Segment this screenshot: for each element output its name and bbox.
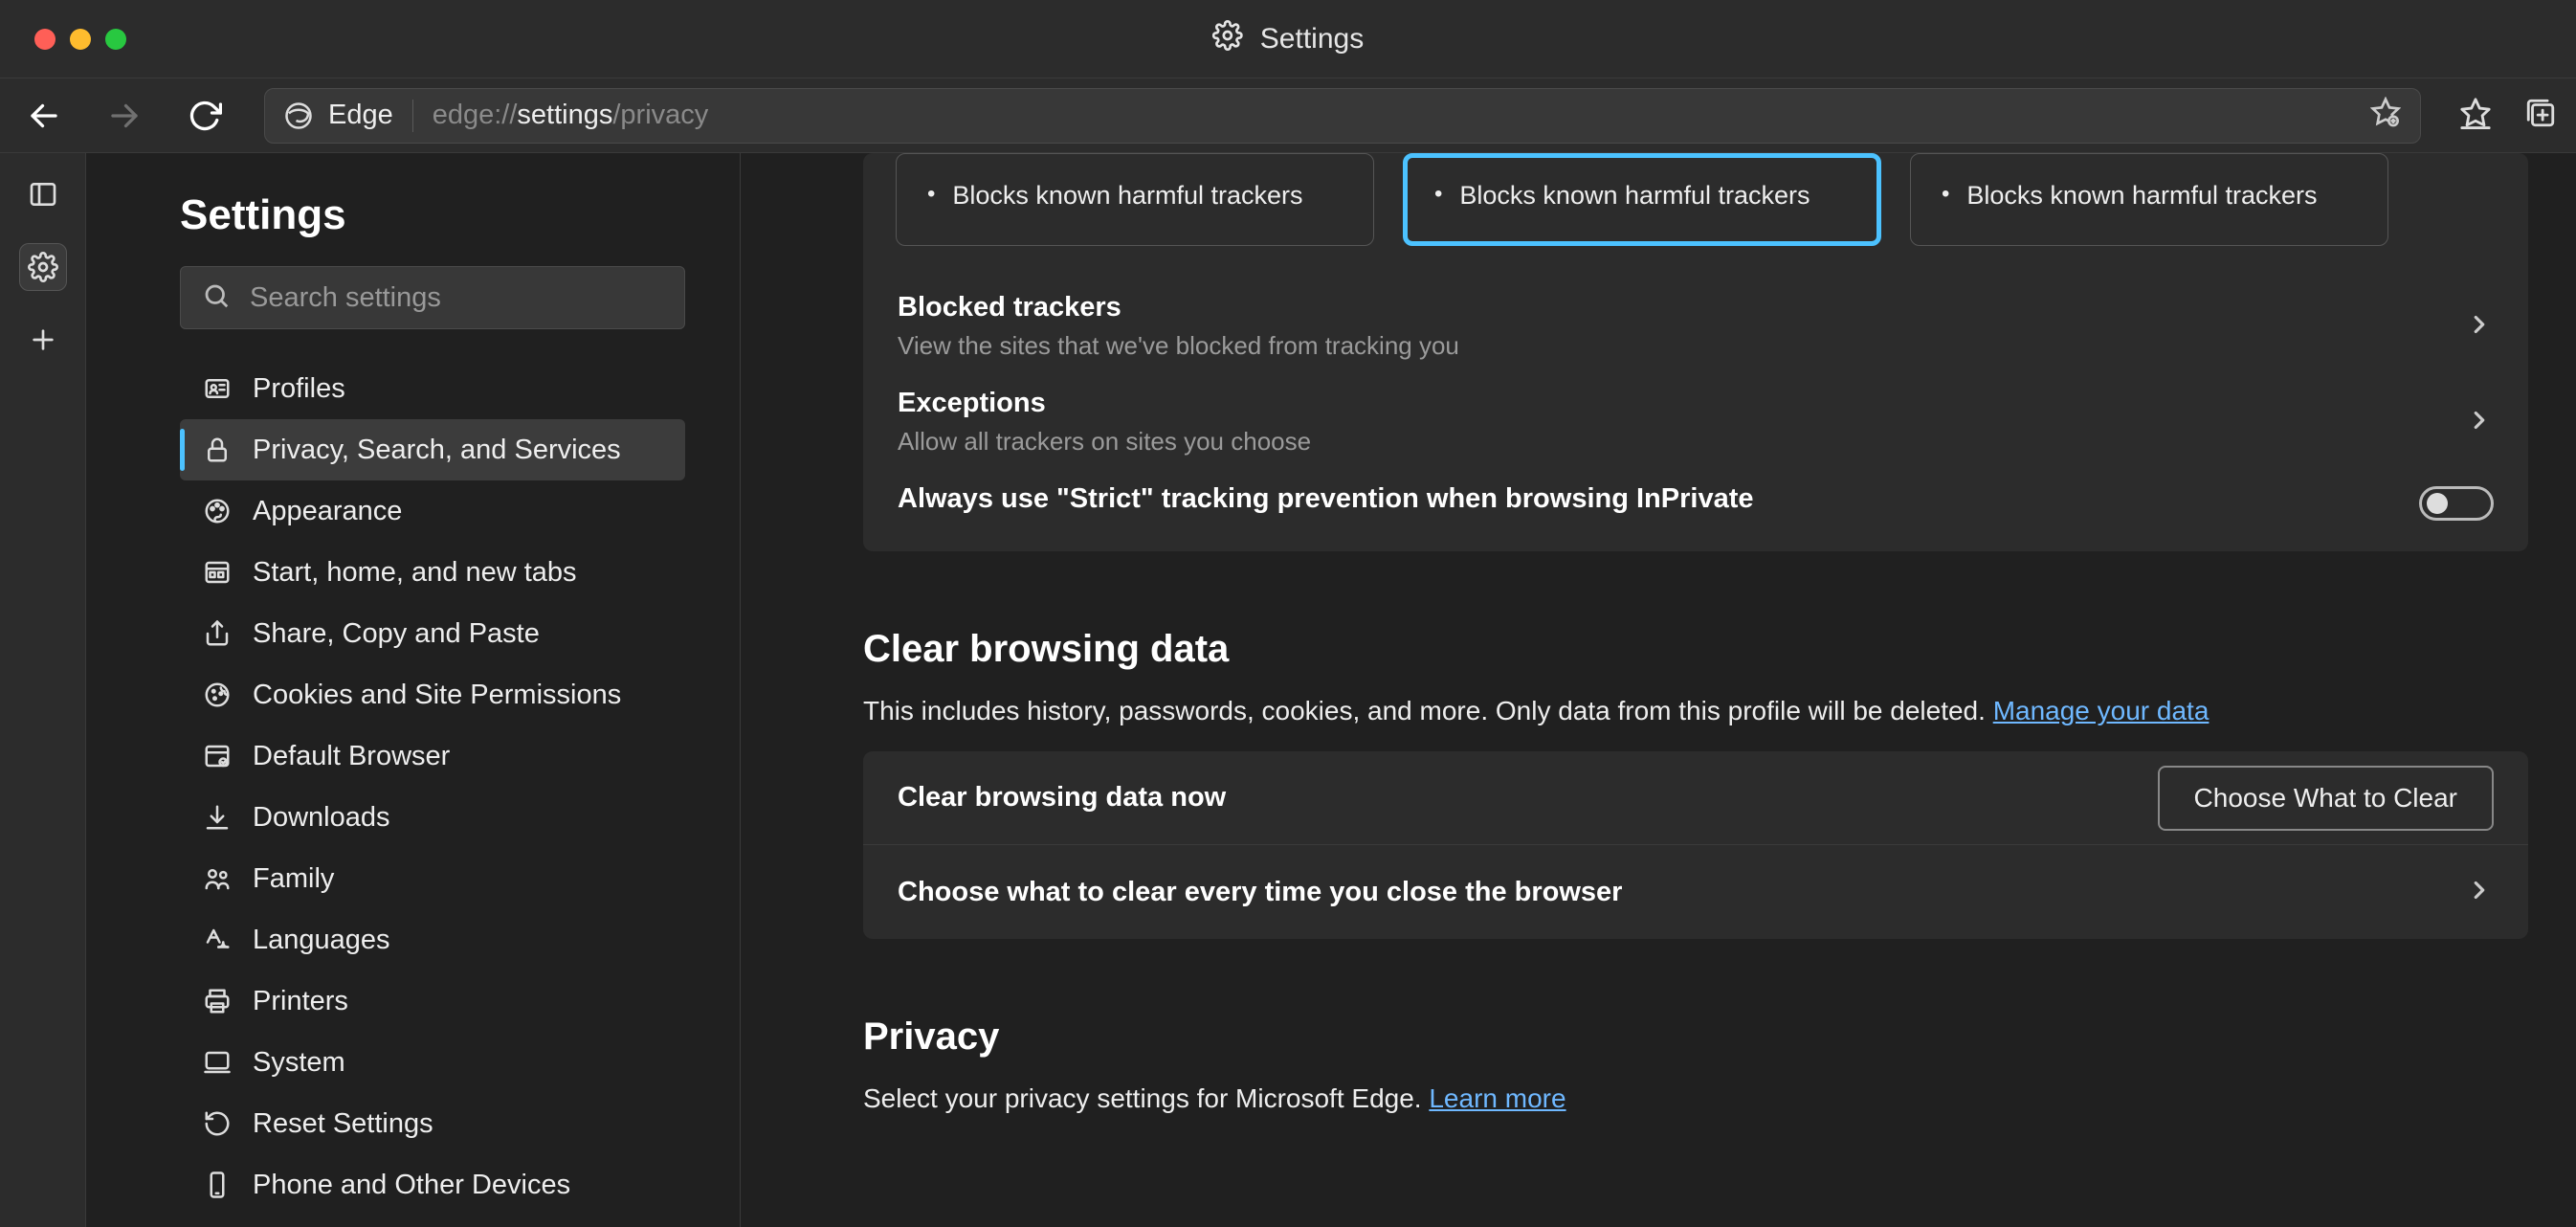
settings-heading: Settings [180, 191, 690, 239]
nav-item-label: Phone and Other Devices [253, 1170, 570, 1201]
favorite-star-button[interactable] [2370, 97, 2401, 135]
row-title: Exceptions [898, 388, 2465, 419]
nav-profiles[interactable]: Profiles [180, 358, 685, 419]
site-identity: Edge [284, 100, 393, 131]
search-settings-input[interactable] [250, 282, 663, 314]
addressbar-divider [412, 100, 413, 132]
exceptions-row[interactable]: Exceptions Allow all trackers on sites y… [863, 368, 2528, 464]
settings-sidebar: Settings Profiles Privacy, Search, and S… [86, 153, 741, 1227]
nav-appearance[interactable]: Appearance [180, 480, 685, 542]
chevron-right-icon [2465, 876, 2494, 909]
maximize-window-button[interactable] [105, 29, 126, 50]
nav-item-label: Appearance [253, 496, 402, 527]
learn-more-link[interactable]: Learn more [1429, 1083, 1566, 1113]
chevron-right-icon [2465, 310, 2494, 344]
nav-item-label: Profiles [253, 373, 345, 405]
traffic-lights [34, 29, 126, 50]
search-icon [202, 281, 231, 315]
nav-item-label: Family [253, 863, 334, 895]
row-title: Always use "Strict" tracking prevention … [898, 483, 2419, 515]
settings-content: Blocks known harmful trackers Blocks kno… [741, 153, 2576, 1227]
privacy-desc: Select your privacy settings for Microso… [863, 1083, 2528, 1114]
row-subtitle: View the sites that we've blocked from t… [898, 331, 2465, 361]
nav-item-label: System [253, 1047, 345, 1079]
forward-button[interactable] [103, 95, 145, 137]
vertical-tab-rail [0, 153, 86, 1227]
nav-phone[interactable]: Phone and Other Devices [180, 1154, 685, 1216]
tracking-card-strict[interactable]: Blocks known harmful trackers [1910, 153, 2388, 246]
strict-inprivate-row: Always use "Strict" tracking prevention … [863, 464, 2528, 530]
row-title: Clear browsing data now [898, 782, 2158, 814]
nav-start[interactable]: Start, home, and new tabs [180, 542, 685, 603]
search-settings-box[interactable] [180, 266, 685, 329]
settings-nav-list: Profiles Privacy, Search, and Services A… [180, 358, 685, 1216]
nav-default-browser[interactable]: Default Browser [180, 725, 685, 787]
tracking-card-bullet: Blocks known harmful trackers [1942, 181, 2357, 211]
nav-item-label: Share, Copy and Paste [253, 618, 540, 650]
gear-icon [1212, 20, 1243, 58]
nav-item-label: Languages [253, 925, 390, 956]
clear-data-now-row: Clear browsing data now Choose What to C… [863, 751, 2528, 845]
nav-item-label: Privacy, Search, and Services [253, 435, 621, 466]
tracking-card-bullet: Blocks known harmful trackers [1434, 181, 1850, 211]
rail-new-tab-button[interactable] [19, 316, 67, 364]
clear-on-close-row[interactable]: Choose what to clear every time you clos… [863, 845, 2528, 939]
reload-button[interactable] [184, 95, 226, 137]
blocked-trackers-row[interactable]: Blocked trackers View the sites that we'… [863, 273, 2528, 368]
row-title: Choose what to clear every time you clos… [898, 877, 2465, 908]
window-titlebar: Settings [0, 0, 2576, 78]
tracking-card-basic[interactable]: Blocks known harmful trackers [896, 153, 1374, 246]
tracking-card-bullet: Blocks known harmful trackers [927, 181, 1343, 211]
rail-sidebar-button[interactable] [19, 170, 67, 218]
strict-inprivate-toggle[interactable] [2419, 486, 2494, 521]
collections-button[interactable] [2524, 97, 2557, 134]
nav-privacy[interactable]: Privacy, Search, and Services [180, 419, 685, 480]
clear-data-heading: Clear browsing data [863, 628, 2528, 671]
clear-data-desc: This includes history, passwords, cookie… [863, 696, 2528, 726]
browser-toolbar: Edge edge://settings/privacy [0, 78, 2576, 153]
nav-item-label: Downloads [253, 802, 389, 834]
close-window-button[interactable] [34, 29, 56, 50]
nav-share[interactable]: Share, Copy and Paste [180, 603, 685, 664]
minimize-window-button[interactable] [70, 29, 91, 50]
nav-item-label: Cookies and Site Permissions [253, 680, 621, 711]
row-subtitle: Allow all trackers on sites you choose [898, 427, 2465, 457]
nav-downloads[interactable]: Downloads [180, 787, 685, 848]
nav-system[interactable]: System [180, 1032, 685, 1093]
nav-item-label: Default Browser [253, 741, 450, 772]
url-text: edge://settings/privacy [433, 100, 709, 131]
edge-logo-icon [284, 101, 313, 130]
window-title: Settings [1260, 23, 1364, 56]
nav-cookies[interactable]: Cookies and Site Permissions [180, 664, 685, 725]
privacy-heading: Privacy [863, 1015, 2528, 1059]
nav-item-label: Reset Settings [253, 1108, 433, 1140]
nav-printers[interactable]: Printers [180, 970, 685, 1032]
nav-languages[interactable]: Languages [180, 909, 685, 970]
choose-what-to-clear-button[interactable]: Choose What to Clear [2158, 766, 2494, 831]
nav-family[interactable]: Family [180, 848, 685, 909]
back-button[interactable] [23, 95, 65, 137]
address-bar[interactable]: Edge edge://settings/privacy [264, 88, 2421, 144]
nav-item-label: Start, home, and new tabs [253, 557, 577, 589]
chevron-right-icon [2465, 406, 2494, 439]
nav-reset[interactable]: Reset Settings [180, 1093, 685, 1154]
nav-item-label: Printers [253, 986, 348, 1017]
rail-settings-tab[interactable] [19, 243, 67, 291]
row-title: Blocked trackers [898, 292, 2465, 323]
manage-data-link[interactable]: Manage your data [1993, 696, 2210, 725]
favorites-button[interactable] [2459, 97, 2492, 134]
clear-data-group: Clear browsing data now Choose What to C… [863, 751, 2528, 939]
site-identity-label: Edge [328, 100, 393, 131]
tracking-card-balanced[interactable]: Blocks known harmful trackers [1403, 153, 1881, 246]
